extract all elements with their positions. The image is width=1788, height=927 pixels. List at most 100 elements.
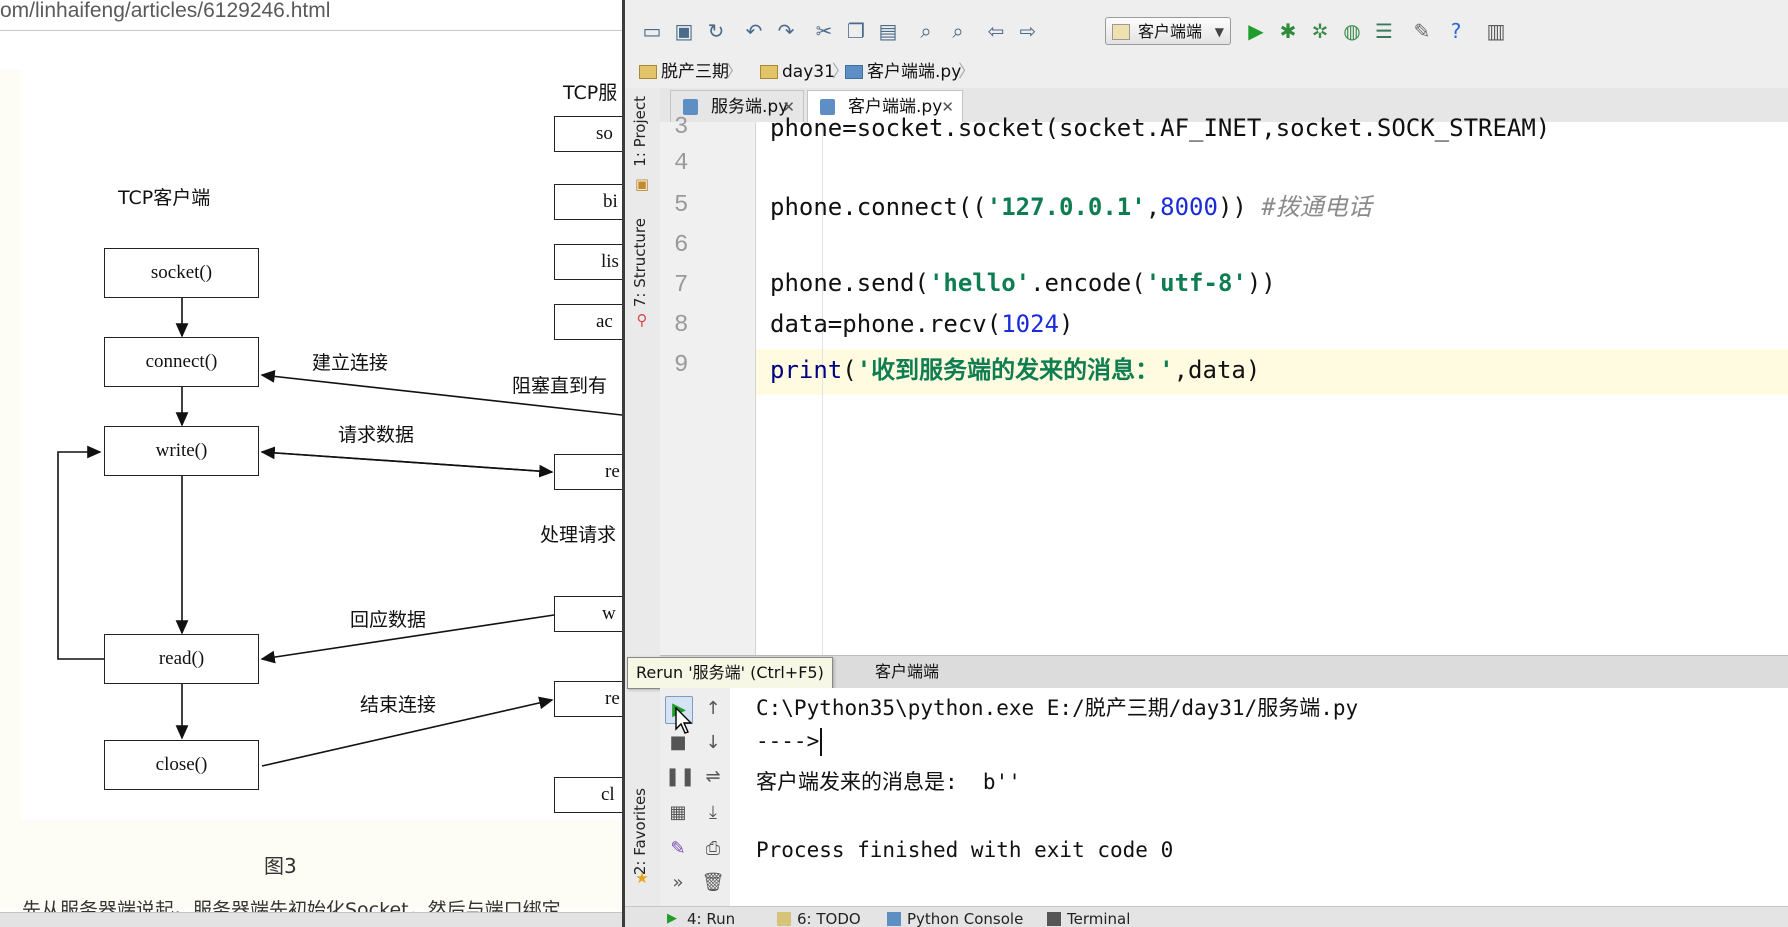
- open-folder-icon[interactable]: ▭: [639, 18, 665, 44]
- console-line: 客户端发来的消息是: b'': [756, 770, 1021, 794]
- label-reply: 回应数据: [350, 609, 427, 631]
- figure-caption: 图3: [264, 854, 297, 878]
- print-icon[interactable]: ⎙: [700, 836, 726, 862]
- python-config-icon: [1112, 24, 1130, 40]
- tab-label: 6: TODO: [797, 910, 861, 927]
- box-write: write(): [104, 426, 259, 476]
- folder-icon: [760, 65, 778, 79]
- label-close: 结束连接: [360, 694, 437, 716]
- undo-icon[interactable]: ↶: [741, 18, 767, 44]
- terminal-icon: [1047, 912, 1061, 926]
- pin-icon[interactable]: ✎: [665, 836, 691, 862]
- side-tab-project[interactable]: 1: Project: [631, 96, 649, 167]
- folder-icon: [639, 65, 657, 79]
- line-number: 9: [674, 352, 689, 379]
- line-number: 5: [674, 192, 689, 219]
- tab-label: Python Console: [907, 910, 1024, 927]
- bottom-tab-run[interactable]: ▶ 4: Run: [665, 910, 735, 927]
- code-line-9: print('收到服务端的发来的消息：',data): [770, 356, 1261, 384]
- python-icon: [887, 912, 901, 926]
- forward-icon[interactable]: ⇨: [1015, 18, 1041, 44]
- soft-wrap-icon[interactable]: ⇌: [700, 764, 726, 790]
- pause-icon[interactable]: ❚❚: [665, 764, 695, 790]
- run-icon: ▶: [667, 911, 677, 926]
- box-close: close(): [104, 740, 259, 790]
- console-line: Process finished with exit code 0: [756, 838, 1174, 862]
- structure-icon: ⚲: [636, 311, 648, 329]
- box-read: read(): [104, 634, 259, 684]
- label-request: 请求数据: [338, 424, 415, 446]
- breadcrumb-item-folder[interactable]: day31 〉: [758, 60, 849, 84]
- redo-icon[interactable]: ↷: [773, 18, 799, 44]
- mouse-cursor-icon: [675, 707, 693, 734]
- pycharm-window: ▭ ▣ ↻ ↶ ↷ ✂ ❐ ▤ ⌕ ⌕ ⇦ ⇨ 客户端端 ▼ ▶ ✱ ✲ ◍ ☰…: [622, 0, 1788, 927]
- browser-scrollbar[interactable]: [0, 912, 622, 927]
- run-tab-client[interactable]: 客户端端: [875, 659, 939, 685]
- python-file-icon: [683, 99, 698, 115]
- cut-icon[interactable]: ✂: [811, 18, 837, 44]
- arrow-down-icon[interactable]: ↓: [700, 730, 726, 756]
- line-number: 7: [674, 272, 689, 299]
- todo-icon: [777, 912, 791, 926]
- client-title: TCP客户端: [118, 187, 211, 209]
- save-icon[interactable]: ▣: [671, 18, 697, 44]
- diagram-arrows: [57, 298, 622, 767]
- sync-icon[interactable]: ↻: [703, 18, 729, 44]
- breadcrumb-item-file[interactable]: 客户端端.py 〉: [843, 60, 975, 84]
- line-number: 4: [674, 150, 689, 177]
- breadcrumb-label: 客户端端.py: [867, 62, 962, 82]
- layout-icon[interactable]: ▦: [665, 800, 691, 826]
- tab-label: Terminal: [1067, 910, 1131, 927]
- breadcrumb: 脱产三期 〉 day31 〉 客户端端.py 〉: [625, 56, 1788, 89]
- side-tab-favorites[interactable]: 2: Favorites: [631, 788, 649, 875]
- server-box-read: re: [554, 454, 622, 490]
- tool-window-strip: 1: Project ▣ 7: Structure ⚲ 2: Favorites…: [625, 88, 661, 927]
- side-tab-structure[interactable]: 7: Structure: [631, 218, 649, 307]
- code-line-8: data=phone.recv(1024): [770, 310, 1074, 338]
- code-line-7: phone.send('hello'.encode('utf-8')): [770, 269, 1276, 297]
- server-box-accept: ac: [554, 304, 622, 340]
- bottom-tab-python-console[interactable]: Python Console: [885, 910, 1023, 927]
- main-toolbar: ▭ ▣ ↻ ↶ ↷ ✂ ❐ ▤ ⌕ ⌕ ⇦ ⇨ 客户端端 ▼ ▶ ✱ ✲ ◍ ☰…: [625, 6, 1788, 57]
- rerun-tooltip: Rerun '服务端' (Ctrl+F5): [627, 657, 833, 689]
- breadcrumb-item-project[interactable]: 脱产三期 〉: [637, 60, 743, 84]
- breadcrumb-label: day31: [782, 62, 835, 82]
- box-connect: connect(): [104, 337, 259, 387]
- debug-icon[interactable]: ✱: [1275, 18, 1301, 44]
- server-box-write: w: [554, 596, 622, 632]
- scroll-to-end-icon[interactable]: ⤓: [700, 800, 726, 826]
- profile-icon[interactable]: ◍: [1339, 18, 1365, 44]
- console-line: ---->: [756, 728, 823, 756]
- help-icon[interactable]: ?: [1443, 18, 1469, 44]
- back-icon[interactable]: ⇦: [983, 18, 1009, 44]
- label-blocked: 阻塞直到有: [512, 375, 608, 397]
- python-file-icon: [845, 65, 863, 79]
- run-configuration-select[interactable]: 客户端端 ▼: [1105, 17, 1231, 45]
- more-icon[interactable]: »: [665, 870, 691, 896]
- run-console[interactable]: C:\Python35\python.exe E:/脱产三期/day31/服务端…: [730, 688, 1788, 906]
- breadcrumb-separator: 〉: [958, 62, 976, 82]
- server-box-read-2: re: [554, 681, 622, 717]
- box-socket: socket(): [104, 248, 259, 298]
- server-box-close: cl: [554, 777, 622, 813]
- run-panel-toolbar: ▶ ↑ ■ ↓ ❚❚ ⇌ ▦ ⤓ ✎ ⎙ » 🗑: [660, 688, 731, 906]
- project-icon: ▣: [634, 175, 650, 193]
- vcs-icon[interactable]: ▥: [1483, 18, 1509, 44]
- trash-icon[interactable]: 🗑: [700, 870, 726, 896]
- label-establish: 建立连接: [312, 352, 389, 374]
- server-box-listen: lis: [554, 244, 622, 280]
- bottom-tab-todo[interactable]: 6: TODO: [775, 910, 861, 927]
- coverage-icon[interactable]: ✲: [1307, 18, 1333, 44]
- code-editor[interactable]: 3 4 5 6 7 8 9 phone=socket.socket(socket…: [660, 114, 1788, 655]
- concurrency-icon[interactable]: ☰: [1371, 18, 1397, 44]
- copy-icon[interactable]: ❐: [843, 18, 869, 44]
- find-icon[interactable]: ⌕: [913, 18, 939, 44]
- paste-icon[interactable]: ▤: [875, 18, 901, 44]
- replace-icon[interactable]: ⌕: [945, 18, 971, 44]
- text-caret: [820, 728, 823, 756]
- tool-window-bar: ▶ 4: Run 6: TODO Python Console Terminal: [625, 906, 1788, 927]
- bottom-tab-terminal[interactable]: Terminal: [1045, 910, 1130, 927]
- arrow-up-icon[interactable]: ↑: [700, 696, 726, 722]
- run-icon[interactable]: ▶: [1243, 18, 1269, 44]
- settings-icon[interactable]: ✎: [1409, 18, 1435, 44]
